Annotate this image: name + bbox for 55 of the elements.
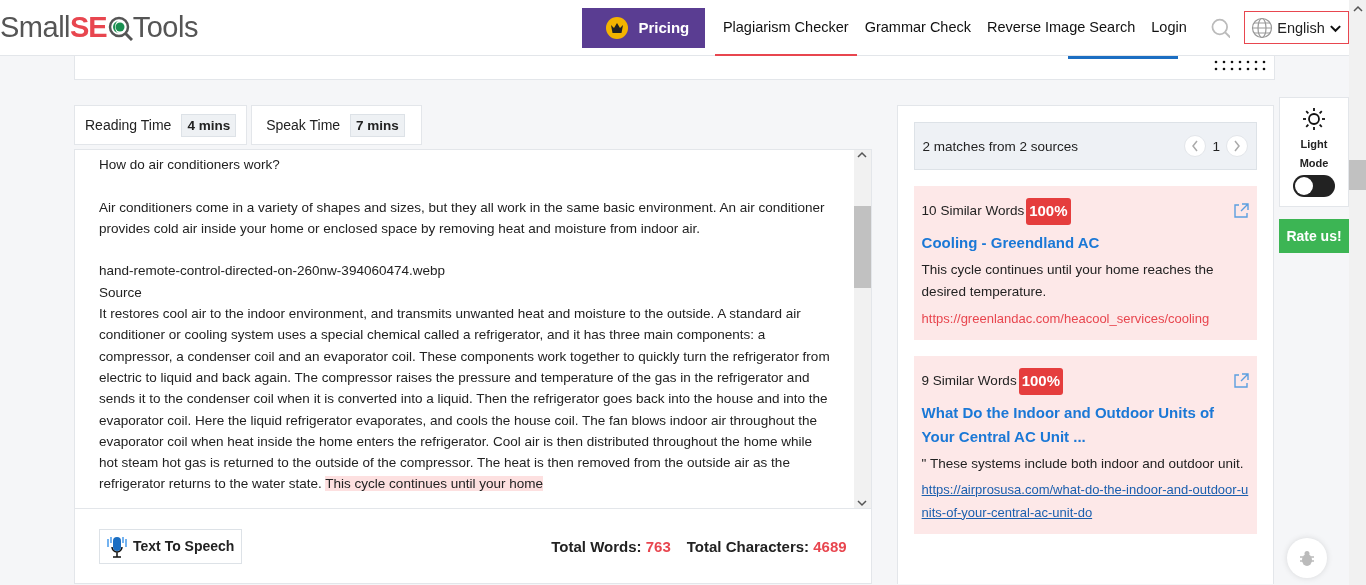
bug-report-button[interactable]: [1287, 538, 1327, 578]
stat-label: Speak Time: [266, 117, 341, 133]
text-editor[interactable]: [74, 149, 872, 509]
text-paragraph: How do air conditioners work?: [99, 156, 281, 174]
stat-label: Reading Time: [85, 117, 172, 133]
nav-link[interactable]: Grammar Check: [856, 0, 979, 56]
external-link-icon[interactable]: [1233, 373, 1249, 390]
sun-icon: [1302, 107, 1326, 131]
text-paragraph: Source: [99, 283, 143, 302]
matches-summary: 2 matches from 2 sources: [922, 138, 1078, 154]
similar-words-count: 9 Similar Words: [921, 372, 1017, 390]
scroll-up-icon[interactable]: [856, 150, 869, 160]
text-paragraph: It restores cool air to the indoor environment, and transmits unwanted heat and moisture to the outside. A standard air conditioner or cooling system uses a special chemical called a refrigerator, and it has three main components: a compressor, a condenser coil and an evaporator coil. These components work together to quickly turn the refrigerator from electric to liquid and back again. The compressor raises the pressure and temperature of the gas in the refrigerator and sends it to the condenser coil when it is converted into a liquid. Then the refrigerator goes back into the house and into the evaporator coil. Here the liquid refrigerator evaporates, and cools the house coil. The fan blows indoor air throughout the evaporator coil when heat inside the home enters the refrigerator. Cool air is then distributed throughout the home while hot steam hot gas is returned to the outside of the compressor. The heat is then removed from the outside air as the refrigerator returns to the water state. This cycle continues until your home: [99, 305, 831, 494]
match-percent-badge: 100%: [1026, 198, 1071, 225]
logo-text: SE: [70, 11, 107, 44]
text-to-speech-button[interactable]: Text To Speech: [99, 528, 243, 564]
scrollbar-thumb[interactable]: [853, 206, 871, 288]
logo-text: Small: [0, 11, 70, 44]
next-page-button[interactable]: [1226, 135, 1248, 157]
match-snippet: " These systems include both indoor and outdoor unit.: [921, 454, 1245, 473]
scroll-down-icon[interactable]: [856, 498, 869, 508]
scrollbar[interactable]: [853, 150, 871, 508]
nav-link[interactable]: Reverse Image Search: [979, 0, 1144, 56]
match-url-link[interactable]: https://airprosusa.com/what-do-the-indoor-and-outdoor-units-of-your-central-ac-unit-do: [921, 479, 1249, 524]
language-dropdown[interactable]: English: [1244, 11, 1349, 44]
scrollbar-thumb[interactable]: [1349, 160, 1366, 190]
text-paragraph: Air conditioners come in a variety of shapes and sizes, but they all work in the same basic environment. An air conditioner provides cold air inside your home or enclosed space by removing heat and moisture from indoor air.: [99, 198, 826, 238]
chevron-right-icon: [1232, 139, 1242, 153]
globe-icon: [1251, 16, 1274, 39]
mode-label: Light Mode: [1298, 137, 1330, 171]
match-title-link[interactable]: Cooling - Greendland AC: [921, 230, 1249, 255]
search-icon[interactable]: [1210, 17, 1231, 38]
stat-value: 4 mins: [181, 113, 237, 137]
match-percent-badge: 100%: [1018, 368, 1063, 395]
nav-link[interactable]: Login: [1143, 0, 1195, 56]
dark-mode-toggle[interactable]: [1293, 175, 1335, 197]
match-title-link[interactable]: What Do the Indoor and Outdoor Units of Your Central AC Unit ...: [921, 400, 1249, 449]
similar-words-count: 10 Similar Words: [921, 202, 1025, 220]
match-snippet: This cycle continues until your home reaches the desired temperature.: [921, 260, 1215, 301]
logo-text: Tools: [132, 11, 198, 44]
count-text: Total Words: 763: [551, 537, 671, 555]
count-text: Total Characters: 4689: [686, 537, 847, 555]
pricing-button[interactable]: Pricing: [582, 7, 705, 48]
crown-icon: [606, 16, 629, 39]
chevron-left-icon: [1190, 139, 1201, 153]
microphone-icon: [107, 534, 127, 558]
stat-value: 7 mins: [350, 113, 405, 137]
bug-icon: [1299, 550, 1315, 566]
magnifier-logo-icon: [106, 14, 133, 41]
external-link-icon[interactable]: [1233, 203, 1249, 220]
previous-page-button[interactable]: [1184, 135, 1207, 157]
dots-icon: [1213, 59, 1267, 72]
scroll-up-icon[interactable]: [1351, 4, 1364, 14]
text-paragraph: hand-remote-control-directed-on-260nw-394060474.webp: [99, 262, 446, 281]
page-number: 1: [1212, 138, 1220, 154]
